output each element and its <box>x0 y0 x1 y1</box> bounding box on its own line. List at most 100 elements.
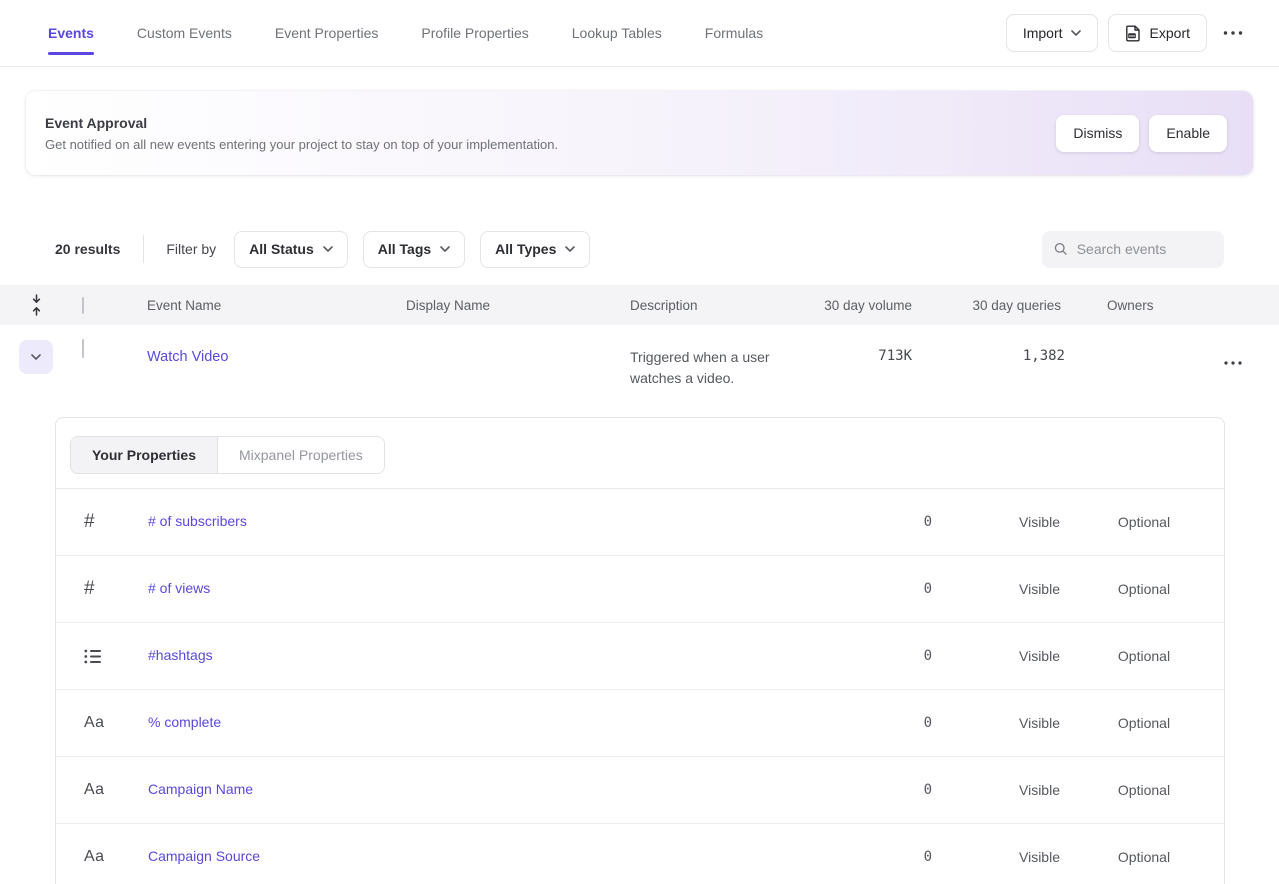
property-requirement[interactable]: Optional <box>1064 648 1224 664</box>
tab-lookup-tables[interactable]: Lookup Tables <box>572 0 662 66</box>
property-volume: 0 <box>742 514 932 530</box>
nav-actions: Import csv Export <box>1006 14 1249 52</box>
banner-title: Event Approval <box>45 115 558 131</box>
property-requirement[interactable]: Optional <box>1064 849 1224 865</box>
tab-custom-events[interactable]: Custom Events <box>137 0 232 66</box>
property-requirement[interactable]: Optional <box>1064 782 1224 798</box>
search-icon <box>1054 241 1068 257</box>
chevron-down-icon <box>31 354 41 360</box>
csv-file-icon: csv <box>1125 24 1142 42</box>
status-filter-dropdown[interactable]: All Status <box>234 231 348 268</box>
search-input[interactable] <box>1077 241 1212 257</box>
types-filter-label: All Types <box>495 241 556 257</box>
column-header-description[interactable]: Description <box>630 298 802 313</box>
chevron-down-icon <box>323 246 333 252</box>
types-filter-dropdown[interactable]: All Types <box>480 231 590 268</box>
tab-mixpanel-properties[interactable]: Mixpanel Properties <box>218 437 384 473</box>
filter-toolbar: 20 results Filter by All Status All Tags… <box>0 231 1279 267</box>
property-volume: 0 <box>742 715 932 731</box>
property-requirement[interactable]: Optional <box>1064 581 1224 597</box>
property-name-link[interactable]: Campaign Name <box>148 781 253 797</box>
column-header-display-name[interactable]: Display Name <box>406 298 630 313</box>
chevron-down-icon <box>440 246 450 252</box>
tab-profile-properties[interactable]: Profile Properties <box>421 0 528 66</box>
tab-event-properties[interactable]: Event Properties <box>275 0 379 66</box>
tab-formulas[interactable]: Formulas <box>705 0 763 66</box>
ellipsis-icon <box>1224 361 1242 365</box>
more-options-button[interactable] <box>1217 14 1249 52</box>
text-type-icon: Aa <box>84 781 105 799</box>
property-volume: 0 <box>742 782 932 798</box>
export-button[interactable]: csv Export <box>1108 14 1207 52</box>
property-volume: 0 <box>742 581 932 597</box>
property-row: # # of subscribers 0 Visible Optional <box>56 489 1224 556</box>
event-properties-panel: Your Properties Mixpanel Properties # # … <box>55 417 1225 884</box>
column-header-event-name[interactable]: Event Name <box>147 298 406 313</box>
import-button[interactable]: Import <box>1006 14 1098 52</box>
property-row: Aa Campaign Name 0 Visible Optional <box>56 757 1224 824</box>
number-type-icon: # <box>84 578 95 600</box>
filter-by-label: Filter by <box>166 241 216 257</box>
property-name-link[interactable]: # of subscribers <box>148 513 247 529</box>
property-visibility[interactable]: Visible <box>932 514 1064 530</box>
event-volume: 713K <box>802 340 920 364</box>
properties-tab-group: Your Properties Mixpanel Properties <box>70 436 385 474</box>
tab-your-properties[interactable]: Your Properties <box>71 437 218 473</box>
property-visibility[interactable]: Visible <box>932 581 1064 597</box>
status-filter-label: All Status <box>249 241 314 257</box>
dismiss-button[interactable]: Dismiss <box>1056 115 1139 152</box>
banner-actions: Dismiss Enable <box>1056 115 1227 152</box>
column-header-owners[interactable]: Owners <box>1065 298 1195 313</box>
property-visibility[interactable]: Visible <box>932 782 1064 798</box>
property-name-link[interactable]: Campaign Source <box>148 848 260 864</box>
events-table-header: Event Name Display Name Description 30 d… <box>0 285 1279 325</box>
tags-filter-label: All Tags <box>378 241 431 257</box>
export-button-label: Export <box>1150 25 1190 41</box>
row-checkbox[interactable] <box>82 339 84 358</box>
row-more-options-button[interactable] <box>1218 351 1248 375</box>
list-type-icon <box>84 649 101 664</box>
row-expander-button[interactable] <box>19 340 53 374</box>
property-row: Aa % complete 0 Visible Optional <box>56 690 1224 757</box>
property-requirement[interactable]: Optional <box>1064 514 1224 530</box>
text-type-icon: Aa <box>84 714 105 732</box>
chevron-down-icon <box>565 246 575 252</box>
property-visibility[interactable]: Visible <box>932 648 1064 664</box>
property-name-link[interactable]: #hashtags <box>148 647 213 663</box>
property-visibility[interactable]: Visible <box>932 715 1064 731</box>
svg-text:csv: csv <box>1129 34 1135 38</box>
tab-events[interactable]: Events <box>48 0 94 66</box>
property-row: #hashtags 0 Visible Optional <box>56 623 1224 690</box>
import-button-label: Import <box>1023 25 1063 41</box>
select-all-checkbox[interactable] <box>82 297 84 314</box>
banner-description: Get notified on all new events entering … <box>45 137 558 152</box>
property-row: Aa Campaign Source 0 Visible Optional <box>56 824 1224 884</box>
ellipsis-icon <box>1223 31 1243 35</box>
search-box <box>1042 231 1224 268</box>
property-visibility[interactable]: Visible <box>932 849 1064 865</box>
chevron-down-icon <box>1071 30 1081 36</box>
toolbar-divider <box>143 235 144 263</box>
event-queries: 1,382 <box>920 340 1065 364</box>
event-name-link[interactable]: Watch Video <box>147 349 228 365</box>
lexicon-tabs: Events Custom Events Event Properties Pr… <box>48 0 763 66</box>
event-description: Triggered when a user watches a video. <box>630 340 798 389</box>
number-type-icon: # <box>84 511 95 533</box>
column-header-queries[interactable]: 30 day queries <box>920 298 1065 313</box>
property-name-link[interactable]: # of views <box>148 580 210 596</box>
enable-button[interactable]: Enable <box>1149 115 1227 152</box>
top-navigation: Events Custom Events Event Properties Pr… <box>0 0 1279 67</box>
property-volume: 0 <box>742 849 932 865</box>
property-row: # # of views 0 Visible Optional <box>56 556 1224 623</box>
event-approval-banner: Event Approval Get notified on all new e… <box>26 91 1253 175</box>
property-name-link[interactable]: % complete <box>148 714 221 730</box>
results-count: 20 results <box>55 241 120 257</box>
property-volume: 0 <box>742 648 932 664</box>
collapse-all-icon[interactable] <box>30 294 43 316</box>
column-header-volume[interactable]: 30 day volume <box>802 298 920 313</box>
property-requirement[interactable]: Optional <box>1064 715 1224 731</box>
text-type-icon: Aa <box>84 848 105 866</box>
tags-filter-dropdown[interactable]: All Tags <box>363 231 465 268</box>
banner-text: Event Approval Get notified on all new e… <box>45 115 558 152</box>
table-row-watch-video: Watch Video Triggered when a user watche… <box>0 325 1279 404</box>
